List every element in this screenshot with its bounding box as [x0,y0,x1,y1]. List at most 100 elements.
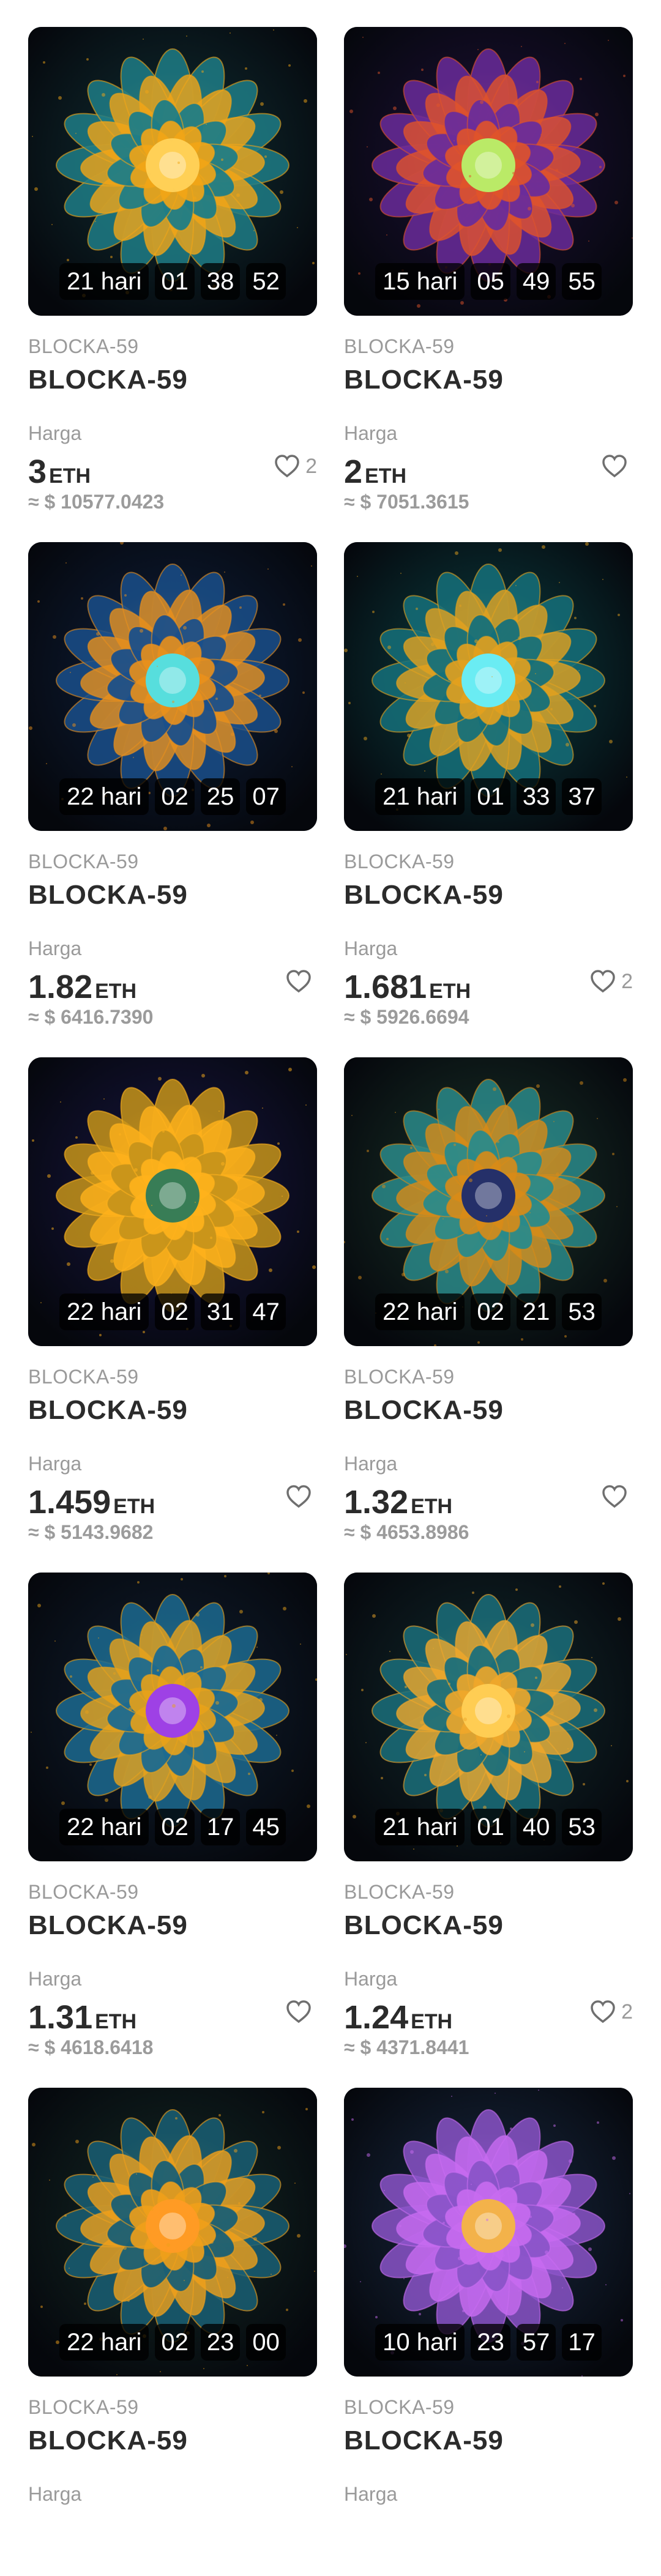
favorite-button[interactable] [285,1484,317,1509]
favorite-button[interactable]: 2 [274,454,317,478]
countdown-days: 21 hari [375,1809,465,1845]
countdown-minutes: 38 [200,263,241,300]
collection-name: BLOCKA-59 [28,851,139,873]
countdown-timer: 22 hari 02 23 00 [28,2324,317,2361]
countdown-hours: 01 [471,778,510,815]
price-usd: ≈ $ 4653.8986 [344,1521,469,1544]
nft-thumbnail[interactable]: 21 hari 01 33 37 [344,542,633,831]
price-currency: ETH [365,464,407,488]
heart-icon[interactable] [285,969,312,994]
like-count: 2 [305,454,317,478]
price-usd: ≈ $ 10577.0423 [28,491,164,513]
favorite-button[interactable]: 2 [589,2000,633,2024]
nft-title[interactable]: BLOCKA-59 [344,1910,504,1941]
price-eth: 1.459 ETH [28,1486,155,1519]
nft-title[interactable]: BLOCKA-59 [28,1910,188,1941]
countdown-hours: 02 [155,1809,195,1845]
collection-name: BLOCKA-59 [28,335,139,357]
nft-title[interactable]: BLOCKA-59 [344,2425,504,2456]
countdown-timer: 22 hari 02 21 53 [344,1294,633,1330]
nft-thumbnail[interactable]: 15 hari 05 49 55 [344,27,633,316]
heart-icon[interactable] [601,454,628,478]
countdown-hours: 01 [155,263,195,300]
nft-title[interactable]: BLOCKA-59 [28,1395,188,1426]
collection-name: BLOCKA-59 [344,1881,455,1903]
price-value: 1.459 [28,1484,111,1521]
nft-card[interactable]: 21 hari 01 33 37 BLOCKA-59 BLOCKA-59 Har… [344,515,633,1030]
countdown-hours: 02 [471,1294,510,1330]
price-value: 1.24 [344,1999,409,2036]
favorite-button[interactable] [285,969,317,994]
countdown-days: 10 hari [375,2324,465,2361]
price-currency: ETH [95,980,137,1003]
nft-card[interactable]: 22 hari 02 31 47 BLOCKA-59 BLOCKA-59 Har… [28,1030,317,1546]
nft-thumbnail[interactable]: 22 hari 02 17 45 [28,1573,317,1861]
nft-title[interactable]: BLOCKA-59 [28,880,188,910]
countdown-timer: 10 hari 23 57 17 [344,2324,633,2361]
nft-card[interactable]: 15 hari 05 49 55 BLOCKA-59 BLOCKA-59 Har… [344,0,633,515]
countdown-days: 22 hari [59,1809,149,1845]
collection-name: BLOCKA-59 [344,851,455,873]
price-usd: ≈ $ 4371.8441 [344,2036,469,2059]
usd-value: 6416.7390 [61,1006,154,1028]
favorite-button[interactable] [285,2000,317,2024]
nft-thumbnail[interactable]: 10 hari 23 57 17 [344,2088,633,2377]
countdown-minutes: 57 [516,2324,556,2361]
price-eth: 3 ETH [28,455,91,488]
countdown-minutes: 25 [200,778,241,815]
nft-title[interactable]: BLOCKA-59 [344,1395,504,1426]
heart-icon[interactable] [589,969,616,994]
nft-thumbnail[interactable]: 22 hari 02 31 47 [28,1057,317,1346]
favorite-button[interactable]: 2 [589,969,633,994]
nft-card[interactable]: 22 hari 02 25 07 BLOCKA-59 BLOCKA-59 Har… [28,515,317,1030]
usd-prefix: ≈ $ [344,491,377,513]
price-label: Harga [28,1968,82,1990]
countdown-seconds: 45 [246,1809,286,1845]
usd-prefix: ≈ $ [344,2036,377,2058]
usd-prefix: ≈ $ [344,1006,377,1028]
nft-thumbnail[interactable]: 21 hari 01 40 53 [344,1573,633,1861]
countdown-seconds: 52 [246,263,286,300]
collection-name: BLOCKA-59 [28,1881,139,1903]
countdown-seconds: 37 [562,778,602,815]
price-label: Harga [344,937,398,959]
nft-card[interactable]: 22 hari 02 21 53 BLOCKA-59 BLOCKA-59 Har… [344,1030,633,1546]
nft-card[interactable]: 21 hari 01 38 52 BLOCKA-59 BLOCKA-59 Har… [28,0,317,515]
favorite-button[interactable] [601,1484,633,1509]
nft-title[interactable]: BLOCKA-59 [28,2425,188,2456]
countdown-timer: 22 hari 02 25 07 [28,778,317,815]
countdown-minutes: 21 [516,1294,556,1330]
favorite-button[interactable] [601,454,633,478]
nft-card[interactable]: 10 hari 23 57 17 BLOCKA-59 BLOCKA-59 Har… [344,2061,633,2576]
price-label: Harga [28,937,82,959]
nft-card[interactable]: 22 hari 02 17 45 BLOCKA-59 BLOCKA-59 Har… [28,1546,317,2061]
nft-title[interactable]: BLOCKA-59 [28,365,188,395]
countdown-timer: 22 hari 02 31 47 [28,1294,317,1330]
nft-thumbnail[interactable]: 22 hari 02 21 53 [344,1057,633,1346]
countdown-hours: 02 [155,1294,195,1330]
countdown-seconds: 00 [246,2324,286,2361]
nft-thumbnail[interactable]: 22 hari 02 23 00 [28,2088,317,2377]
collection-name: BLOCKA-59 [28,2396,139,2418]
price-usd: ≈ $ 6416.7390 [28,1006,153,1029]
countdown-hours: 05 [471,263,510,300]
price-currency: ETH [411,1495,453,1518]
countdown-minutes: 17 [200,1809,241,1845]
collection-name: BLOCKA-59 [344,335,455,357]
nft-card[interactable]: 22 hari 02 23 00 BLOCKA-59 BLOCKA-59 Har… [28,2061,317,2576]
countdown-days: 22 hari [59,778,149,815]
heart-icon[interactable] [601,1484,628,1509]
heart-icon[interactable] [285,1484,312,1509]
nft-title[interactable]: BLOCKA-59 [344,365,504,395]
nft-card[interactable]: 21 hari 01 40 53 BLOCKA-59 BLOCKA-59 Har… [344,1546,633,2061]
heart-icon[interactable] [274,454,301,478]
usd-value: 5926.6694 [376,1006,469,1028]
heart-icon[interactable] [589,2000,616,2024]
nft-title[interactable]: BLOCKA-59 [344,880,504,910]
nft-thumbnail[interactable]: 22 hari 02 25 07 [28,542,317,831]
heart-icon[interactable] [285,2000,312,2024]
countdown-timer: 21 hari 01 33 37 [344,778,633,815]
countdown-seconds: 07 [246,778,286,815]
nft-thumbnail[interactable]: 21 hari 01 38 52 [28,27,317,316]
countdown-days: 21 hari [59,263,149,300]
